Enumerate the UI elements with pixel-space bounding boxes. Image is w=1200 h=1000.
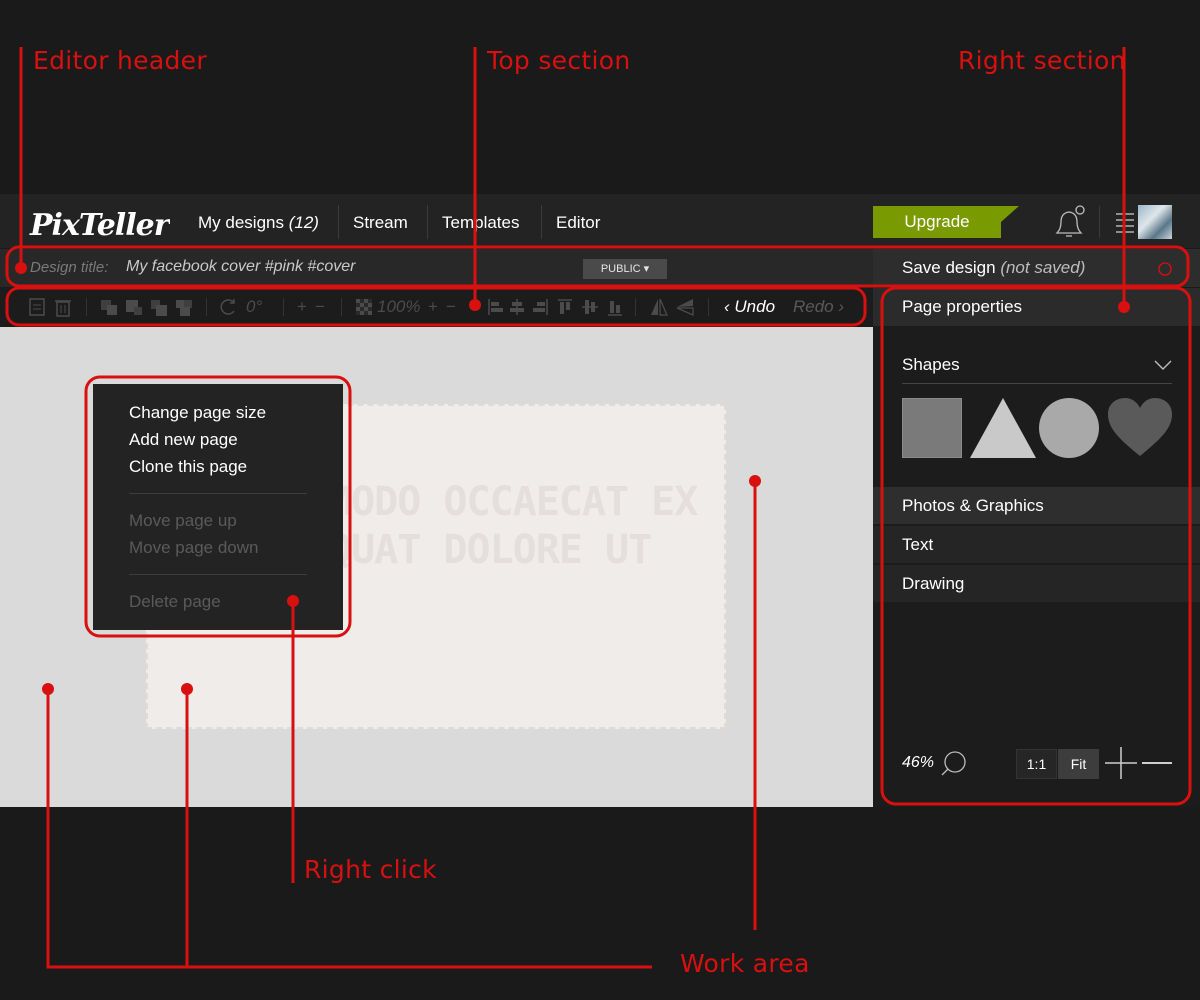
send-backward-icon[interactable] <box>150 297 168 317</box>
square-shape-icon[interactable] <box>902 398 962 458</box>
toolbar-divider <box>283 298 284 316</box>
rotate-icon[interactable] <box>220 297 238 317</box>
pixteller-logo[interactable]: PixTeller <box>28 206 170 242</box>
canvas-text-line: QUAT DOLORE UT <box>328 527 652 573</box>
nav-stream[interactable]: Stream <box>353 212 408 234</box>
save-design-button[interactable]: Save design (not saved) <box>902 258 1085 278</box>
magnifier-icon[interactable] <box>940 749 968 777</box>
nav-templates[interactable]: Templates <box>442 212 519 234</box>
nav-my-designs-label: My designs <box>198 213 284 232</box>
visibility-dropdown[interactable]: PUBLIC ▾ <box>583 259 667 279</box>
triangle-shape-icon[interactable] <box>970 398 1036 458</box>
menu-divider <box>129 574 307 575</box>
nav-editor[interactable]: Editor <box>556 212 600 234</box>
save-design-label: Save design <box>902 258 996 277</box>
shapes-section-label[interactable]: Shapes <box>902 355 960 375</box>
save-status-icon <box>1158 262 1172 276</box>
align-right-icon[interactable] <box>531 297 549 317</box>
canvas-text-line: MODO OCCAECAT EX <box>328 479 698 525</box>
nav-divider <box>427 205 428 239</box>
nav-divider <box>541 205 542 239</box>
opacity-stepper[interactable]: − <box>446 297 456 317</box>
menu-item-move-page-down[interactable]: Move page down <box>129 537 258 559</box>
nav-divider <box>338 205 339 239</box>
menu-icon[interactable] <box>1116 210 1134 234</box>
annotation-right-click: Right click <box>304 855 437 884</box>
menu-item-move-page-up[interactable]: Move page up <box>129 510 237 532</box>
annotation-editor-header: Editor header <box>33 46 207 75</box>
align-top-icon[interactable] <box>556 297 574 317</box>
canvas-text[interactable]: MODO OCCAECAT EX QUAT DOLORE UT <box>328 478 698 574</box>
design-title-label: Design title: <box>30 259 109 276</box>
upgrade-button[interactable]: Upgrade <box>873 206 1001 238</box>
annotation-work-area: Work area <box>680 949 810 978</box>
notification-bell-icon[interactable] <box>1050 204 1088 240</box>
undo-button[interactable]: ‹ Undo <box>724 297 775 317</box>
toolbar-divider <box>708 298 709 316</box>
zoom-out-icon[interactable] <box>1142 762 1172 764</box>
rotation-value[interactable]: 0° <box>246 297 262 317</box>
header-divider <box>1099 206 1100 238</box>
menu-item-clone-page[interactable]: Clone this page <box>129 456 247 478</box>
opacity-stepper[interactable]: + <box>428 297 438 317</box>
circle-shape-icon[interactable] <box>1039 398 1099 458</box>
chevron-down-icon[interactable] <box>1154 359 1172 371</box>
heart-shape-icon[interactable] <box>1108 398 1172 458</box>
align-left-icon[interactable] <box>487 297 505 317</box>
menu-item-delete-page[interactable]: Delete page <box>129 591 221 613</box>
page-properties-label: Page properties <box>902 297 1023 316</box>
opacity-icon[interactable] <box>355 297 373 317</box>
user-avatar[interactable] <box>1138 205 1172 239</box>
bring-forward-icon[interactable] <box>125 297 143 317</box>
design-title-input[interactable]: My facebook cover #pink #cover <box>126 258 355 276</box>
menu-item-change-page-size[interactable]: Change page size <box>129 402 266 424</box>
zoom-actual-size-button[interactable]: 1:1 <box>1016 749 1057 779</box>
section-text-label: Text <box>902 535 934 554</box>
trash-icon[interactable] <box>54 297 72 317</box>
rotation-stepper[interactable]: + <box>297 297 307 317</box>
svg-text:PixTeller: PixTeller <box>29 208 170 242</box>
send-to-back-icon[interactable] <box>175 297 193 317</box>
flip-horizontal-icon[interactable] <box>650 297 668 317</box>
flip-vertical-icon[interactable] <box>676 297 694 317</box>
opacity-value[interactable]: 100% <box>377 297 420 317</box>
toolbar-divider <box>635 298 636 316</box>
page-icon[interactable] <box>28 297 46 317</box>
align-bottom-icon[interactable] <box>606 297 624 317</box>
shapes-divider <box>902 383 1172 384</box>
align-middle-icon[interactable] <box>581 297 599 317</box>
section-photos-graphics-label: Photos & Graphics <box>902 496 1044 515</box>
rotation-stepper[interactable]: − <box>315 297 325 317</box>
toolbar-divider <box>341 298 342 316</box>
align-center-icon[interactable] <box>508 297 526 317</box>
nav-my-designs-count: (12) <box>288 213 319 232</box>
menu-divider <box>129 493 307 494</box>
annotation-right-section: Right section <box>958 46 1126 75</box>
menu-item-add-new-page[interactable]: Add new page <box>129 429 238 451</box>
nav-my-designs[interactable]: My designs (12) <box>198 212 319 234</box>
bring-to-front-icon[interactable] <box>100 297 118 317</box>
zoom-in-icon[interactable] <box>1105 747 1137 779</box>
zoom-level[interactable]: 46% <box>902 754 934 772</box>
annotation-top-section: Top section <box>487 46 631 75</box>
save-status: (not saved) <box>1000 258 1086 277</box>
toolbar-divider <box>86 298 87 316</box>
section-drawing-label: Drawing <box>902 574 965 593</box>
toolbar-divider <box>206 298 207 316</box>
redo-button[interactable]: Redo › <box>793 297 844 317</box>
zoom-fit-button[interactable]: Fit <box>1058 749 1099 779</box>
